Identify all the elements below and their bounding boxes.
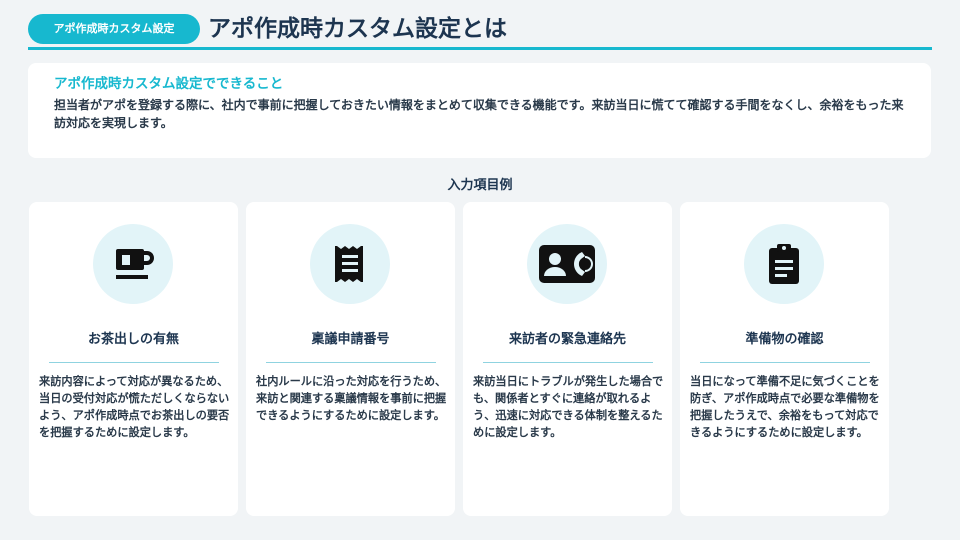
header-divider	[28, 47, 932, 50]
card-divider	[483, 362, 653, 363]
intro-text: 担当者がアポを登録する際に、社内で事前に把握しておきたい情報をまとめて収集できる…	[54, 98, 904, 130]
card-icon-circle	[527, 224, 607, 304]
receipt-icon	[335, 246, 363, 282]
card-description: 来訪当日にトラブルが発生した場合でも、関係者とすぐに連絡が取れるよう、迅速に対応…	[473, 375, 664, 439]
card-description: 社内ルールに沿った対応を行うため、来訪と関連する稟議情報を事前に把握できるように…	[256, 375, 447, 422]
contact-phone-icon	[539, 245, 595, 283]
card-emergency-contact: 来訪者の緊急連絡先 来訪当日にトラブルが発生した場合でも、関係者とすぐに連絡が取…	[463, 202, 672, 516]
card-description: 来訪内容によって対応が異なるため、当日の受付対応が慌ただしくならないよう、アポ作…	[39, 375, 230, 439]
intro-card: アポ作成時カスタム設定でできること 担当者がアポを登録する際に、社内で事前に把握…	[28, 63, 931, 158]
card-title: お茶出しの有無	[87, 332, 179, 347]
section-title: 入力項目例	[447, 178, 513, 193]
card-title: 準備物の確認	[745, 332, 824, 347]
card-description: 当日になって準備不足に気づくことを防ぎ、アポ作成時点で必要な準備物を把握したうえ…	[690, 375, 880, 439]
page-title: アポ作成時カスタム設定とは	[208, 16, 507, 42]
card-title: 稟議申請番号	[311, 332, 390, 347]
card-divider	[49, 362, 219, 363]
clipboard-icon	[769, 244, 799, 284]
card-preparation-check: 準備物の確認 当日になって準備不足に気づくことを防ぎ、アポ作成時点で必要な準備物…	[680, 202, 889, 516]
card-icon-circle	[310, 224, 390, 304]
card-icon-circle	[744, 224, 824, 304]
card-icon-circle	[93, 224, 173, 304]
card-approval-number: 稟議申請番号 社内ルールに沿った対応を行うため、来訪と関連する稟議情報を事前に把…	[246, 202, 455, 516]
card-divider	[700, 362, 870, 363]
section-badge: アポ作成時カスタム設定	[28, 14, 200, 44]
header: アポ作成時カスタム設定 アポ作成時カスタム設定とは	[28, 12, 932, 50]
card-title: 来訪者の緊急連絡先	[508, 332, 626, 347]
card-tea-service: お茶出しの有無 来訪内容によって対応が異なるため、当日の受付対応が慌ただしくなら…	[29, 202, 238, 516]
coffee-cup-icon	[116, 249, 154, 279]
intro-title: アポ作成時カスタム設定でできること	[54, 76, 284, 92]
card-divider	[266, 362, 436, 363]
